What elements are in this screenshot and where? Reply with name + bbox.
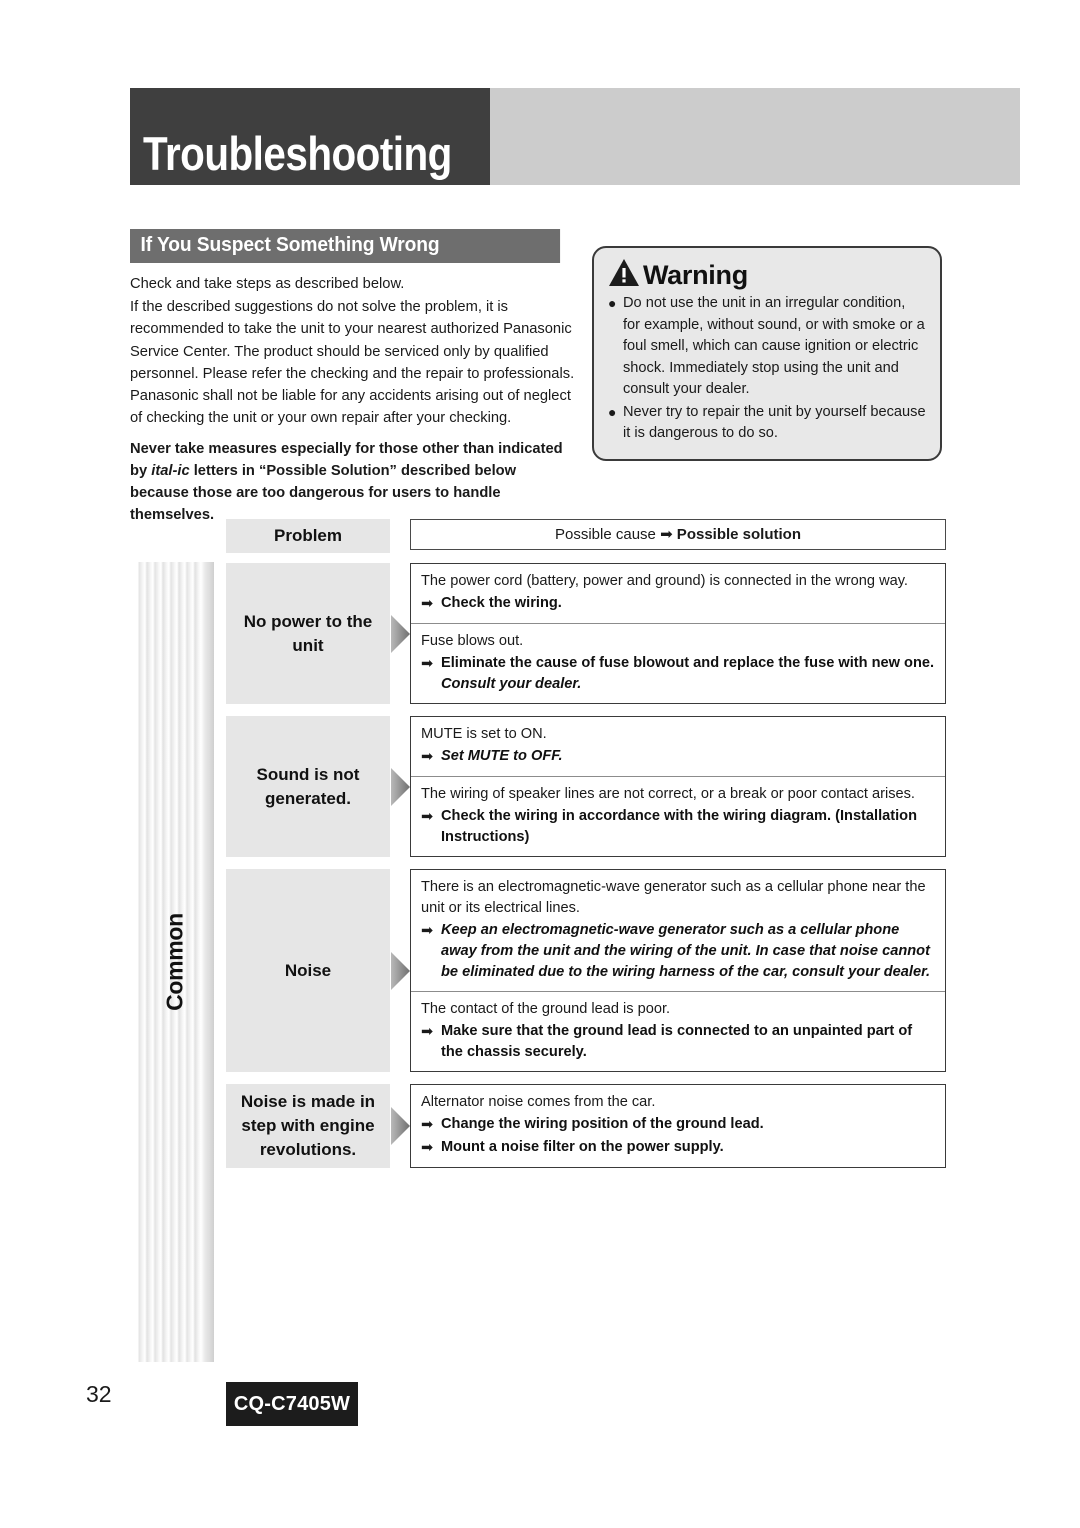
section-heading: If You Suspect Something Wrong [130, 229, 561, 263]
arrow-icon: ➡ [421, 1024, 434, 1040]
table-row: Noise There is an electromagnetic-wave g… [226, 869, 946, 1072]
problem-cell: Noise [226, 869, 390, 1072]
cause-solution-cells: Alternator noise comes from the car. ➡ C… [410, 1084, 946, 1168]
solution-text: Check the wiring. [441, 595, 562, 611]
solution-sub: Consult your dealer. [441, 676, 582, 692]
cause-solution-cells: The power cord (battery, power and groun… [410, 563, 946, 704]
cause-text: Fuse blows out. [421, 633, 524, 649]
triangle-connector-icon [391, 1107, 410, 1145]
page-header-banner: Troubleshooting [130, 88, 1020, 185]
solution-text: Set MUTE to OFF. [441, 748, 563, 764]
side-tab-common: Common [136, 562, 214, 1362]
cause-text: Alternator noise comes from the car. [421, 1094, 656, 1110]
warning-box: Warning ● Do not use the unit in an irre… [592, 246, 942, 461]
solution-line: ➡ Mount a noise filter on the power supp… [421, 1137, 935, 1159]
warning-triangle-icon [608, 258, 640, 292]
troubleshooting-table: Problem Possible cause ➡ Possible soluti… [226, 519, 946, 1180]
column-header-problem: Problem [226, 519, 390, 553]
cause-text: The wiring of speaker lines are not corr… [421, 786, 915, 802]
cause-text: The power cord (battery, power and groun… [421, 573, 908, 589]
arrow-icon: ➡ [421, 656, 434, 672]
intro-section: If You Suspect Something Wrong Check and… [130, 229, 578, 526]
cause-solution-cell: The wiring of speaker lines are not corr… [411, 777, 945, 856]
warning-title-row: Warning [608, 258, 926, 292]
intro-text-body: Check and take steps as described below.… [130, 273, 578, 526]
cause-text: There is an electromagnetic-wave generat… [421, 879, 926, 916]
intro-paragraph-2: If the described suggestions do not solv… [130, 299, 575, 427]
arrow-icon: ➡ [421, 1140, 434, 1156]
solution-text: Check the wiring in accordance with the … [441, 808, 917, 845]
row-connector [390, 563, 410, 704]
problem-cell: Sound is not generated. [226, 716, 390, 857]
arrow-icon: ➡ [660, 526, 673, 543]
cause-solution-cell: The contact of the ground lead is poor. … [411, 992, 945, 1071]
model-badge: CQ-C7405W [226, 1382, 358, 1426]
page-title: Troubleshooting [143, 127, 452, 180]
solution-line: ➡ Change the wiring position of the grou… [421, 1114, 935, 1136]
solution-line: ➡ Check the wiring. [421, 593, 935, 615]
page-title-block: Troubleshooting [130, 88, 490, 185]
row-connector [390, 1084, 410, 1168]
arrow-icon: ➡ [421, 923, 434, 939]
solution-text: Change the wiring position of the ground… [441, 1116, 764, 1132]
solution-line: ➡ Check the wiring in accordance with th… [421, 806, 935, 848]
cause-solution-cell: There is an electromagnetic-wave generat… [411, 870, 945, 992]
bullet-icon: ● [608, 403, 617, 420]
arrow-icon: ➡ [421, 809, 434, 825]
notice-italic-2: ic [177, 463, 190, 480]
cause-solution-cell: MUTE is set to ON. ➡ Set MUTE to OFF. [411, 717, 945, 777]
table-row: Sound is not generated. MUTE is set to O… [226, 716, 946, 857]
solution-text: Mount a noise filter on the power supply… [441, 1139, 724, 1155]
intro-bold-notice: Never take measures especially for those… [130, 438, 578, 526]
cause-solution-cell: Alternator noise comes from the car. ➡ C… [411, 1085, 945, 1167]
warning-item-text: Never try to repair the unit by yourself… [623, 403, 926, 442]
solution-main: Eliminate the cause of fuse blowout and … [441, 655, 935, 671]
table-header-row: Problem Possible cause ➡ Possible soluti… [226, 519, 946, 553]
table-row: No power to the unit The power cord (bat… [226, 563, 946, 704]
cause-solution-cell: Fuse blows out. ➡ Eliminate the cause of… [411, 624, 945, 703]
page-number: 32 [86, 1381, 112, 1407]
solution-label: Possible solution [672, 526, 801, 543]
notice-italic-1: ital- [151, 463, 178, 480]
cause-solution-cell: The power cord (battery, power and groun… [411, 564, 945, 624]
column-header-cause-solution: Possible cause ➡ Possible solution [410, 519, 946, 550]
row-connector [390, 869, 410, 1072]
side-tab-label: Common [161, 913, 188, 1011]
solution-text: Keep an electromagnetic-wave generator s… [441, 922, 931, 980]
solution-line: ➡ Eliminate the cause of fuse blowout an… [421, 653, 935, 695]
warning-item-text: Do not use the unit in an irregular cond… [623, 295, 925, 397]
arrow-icon: ➡ [421, 749, 434, 765]
triangle-connector-icon [391, 951, 410, 990]
warning-list-item: ● Never try to repair the unit by yourse… [608, 402, 926, 445]
cause-solution-cells: MUTE is set to ON. ➡ Set MUTE to OFF. Th… [410, 716, 946, 857]
solution-line: ➡ Keep an electromagnetic-wave generator… [421, 920, 935, 983]
table-row: Noise is made in step with engine revolu… [226, 1084, 946, 1168]
cause-label: Possible cause [555, 526, 661, 543]
warning-title: Warning [643, 260, 748, 290]
cause-solution-cells: There is an electromagnetic-wave generat… [410, 869, 946, 1072]
warning-list-item: ● Do not use the unit in an irregular co… [608, 293, 926, 401]
arrow-icon: ➡ [421, 596, 434, 612]
intro-paragraph-1: Check and take steps as described below. [130, 276, 405, 292]
bullet-icon: ● [608, 295, 617, 311]
solution-line: ➡ Make sure that the ground lead is conn… [421, 1021, 935, 1063]
problem-cell: No power to the unit [226, 563, 390, 704]
solution-text: Make sure that the ground lead is connec… [441, 1023, 913, 1060]
cause-text: The contact of the ground lead is poor. [421, 1001, 671, 1017]
triangle-connector-icon [391, 614, 410, 653]
cause-text: MUTE is set to ON. [421, 726, 547, 742]
solution-text: Eliminate the cause of fuse blowout and … [441, 653, 935, 695]
problem-cell: Noise is made in step with engine revolu… [226, 1084, 390, 1168]
arrow-icon: ➡ [421, 1117, 434, 1133]
row-connector [390, 716, 410, 857]
triangle-connector-icon [391, 767, 410, 806]
solution-line: ➡ Set MUTE to OFF. [421, 746, 935, 768]
